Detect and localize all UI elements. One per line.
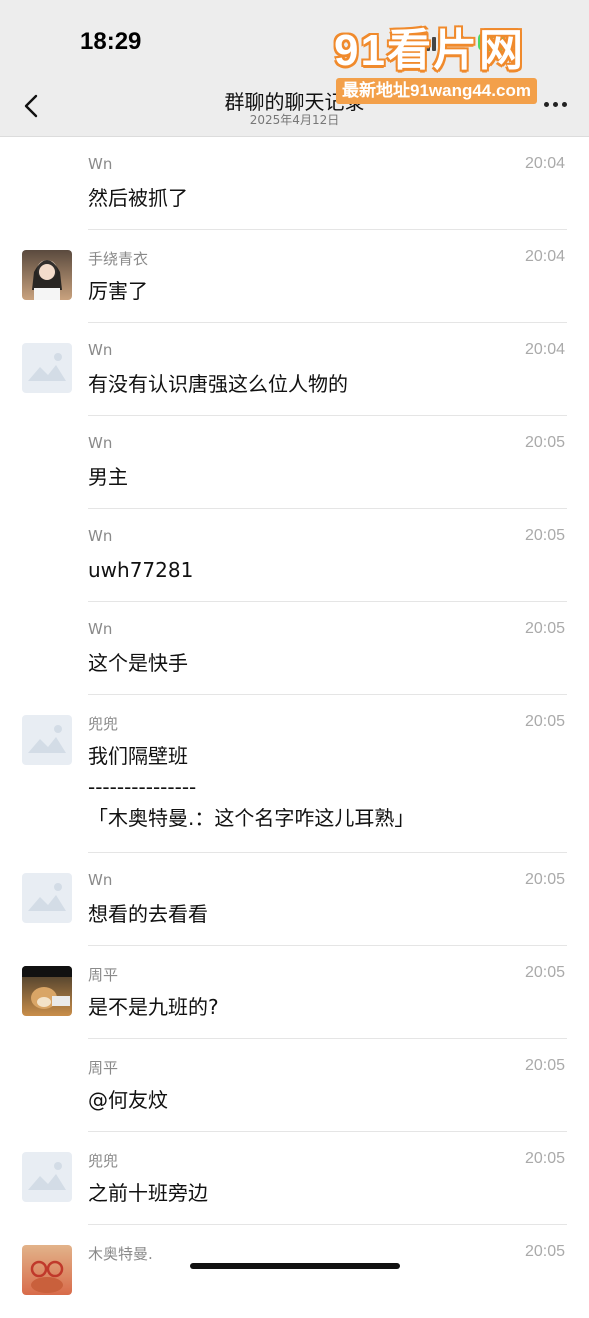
message-item[interactable]: Wn 20:05 男主 [0,416,589,509]
page-subtitle: 2025年4月12日 [249,113,340,127]
nav-bar: 群聊的聊天记录 2025年4月12日 [0,80,589,137]
sender-name: 周平 [88,966,119,984]
sender-name: 木奥特曼. [88,1245,153,1263]
message-time: 20:05 [524,871,565,888]
message-time: 20:05 [524,620,565,637]
avatar-placeholder-icon[interactable] [22,715,72,765]
message-text: uwh77281 [88,558,194,582]
avatar[interactable] [22,1245,72,1295]
sender-name: Wn [88,155,113,173]
avatar[interactable] [22,250,72,300]
message-item[interactable]: Wn 20:04 有没有认识唐强这么位人物的 [0,323,589,416]
wifi-icon: ◠ [452,31,468,52]
sender-name: 周平 [88,1059,119,1077]
message-text: 这个是快手 [88,651,188,675]
avatar-placeholder-icon[interactable] [22,873,72,923]
message-time: 20:04 [524,248,565,265]
avatar-placeholder-icon[interactable] [22,1152,72,1202]
message-item[interactable]: 手绕青衣 20:04 厉害了 [0,230,589,323]
sender-name: Wn [88,871,113,889]
message-time: 20:05 [524,1057,565,1074]
message-text: 是不是九班的? [88,995,219,1019]
message-item[interactable]: 周平 20:05 是不是九班的? [0,946,589,1039]
avatar-placeholder-icon[interactable] [22,343,72,393]
message-time: 20:05 [524,964,565,981]
message-item[interactable]: Wn 20:05 想看的去看看 [0,853,589,946]
message-item[interactable]: 兜兜 20:05 我们隔壁班 --------------- 「木奥特曼.：这个… [0,695,589,853]
signal-icon [420,33,442,51]
avatar[interactable] [22,966,72,1016]
status-bar: 18:29 ◠ 93 [0,0,589,80]
sender-name: Wn [88,341,113,359]
message-text: 厉害了 [88,279,148,303]
message-item[interactable]: Wn 20:05 这个是快手 [0,602,589,695]
message-text: 有没有认识唐强这么位人物的 [88,372,348,396]
message-time: 20:05 [524,1150,565,1167]
status-time: 18:29 [80,28,142,55]
sender-name: 兜兜 [88,715,119,733]
message-item[interactable]: Wn 20:05 uwh77281 [0,509,589,602]
message-item[interactable]: 周平 20:05 @何友炆 [0,1039,589,1132]
sender-name: 兜兜 [88,1152,119,1170]
message-time: 20:05 [524,713,565,730]
message-item[interactable]: Wn 20:04 然后被抓了 [0,137,589,230]
home-indicator[interactable] [190,1263,400,1269]
message-list: Wn 20:04 然后被抓了 手绕青衣 20:04 厉害了 Wn 20:04 有… [0,137,589,1318]
message-time: 20:04 [524,341,565,358]
more-icon[interactable] [544,102,567,107]
message-text: 之前十班旁边 [88,1181,208,1205]
battery-icon: 93 [477,33,506,51]
message-time: 20:05 [524,434,565,451]
status-icons: ◠ 93 [420,31,506,52]
message-item[interactable]: 木奥特曼. 20:05 [0,1225,589,1318]
message-item[interactable]: 兜兜 20:05 之前十班旁边 [0,1132,589,1225]
message-time: 20:04 [524,155,565,172]
sender-name: Wn [88,527,113,545]
message-time: 20:05 [524,1243,565,1260]
sender-name: 手绕青衣 [88,250,149,268]
message-text: 我们隔壁班 --------------- 「木奥特曼.：这个名字咋这儿耳熟」 [88,744,415,830]
message-time: 20:05 [524,527,565,544]
message-text: 想看的去看看 [88,902,208,926]
message-text: 男主 [88,465,128,489]
sender-name: Wn [88,434,113,452]
message-text: 然后被抓了 [88,186,188,210]
message-text: @何友炆 [88,1088,168,1112]
sender-name: Wn [88,620,113,638]
